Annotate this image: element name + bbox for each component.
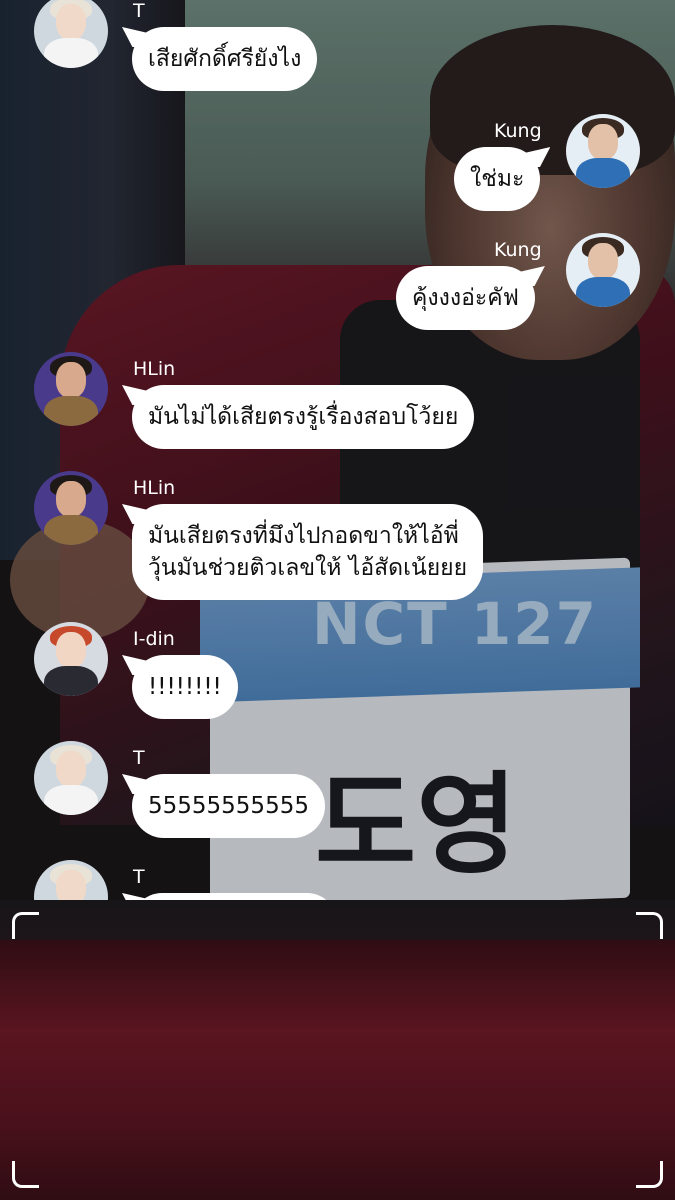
sender-name: I-din (133, 628, 175, 650)
message-bubble[interactable]: 55555555555 (132, 774, 325, 838)
message-text: เสียศักดิ์ศรียังไง (148, 46, 302, 72)
avatar-t[interactable] (34, 0, 108, 68)
sender-name: HLin (133, 358, 176, 380)
avatar-kung[interactable] (566, 233, 640, 307)
avatar-t[interactable] (34, 860, 108, 900)
message-text: ใช่มะ (470, 166, 525, 192)
message-text: คุ้งงงอ่ะคัฟ (412, 285, 519, 311)
message-bubble[interactable]: มันเสียตรงที่มึงไปกอดขาให้ไอ้พี่ วุ้นมัน… (132, 504, 484, 600)
sender-name: HLin (133, 477, 176, 499)
message-bubble[interactable]: เสียศักดิ์ศรียังไง (132, 27, 318, 91)
sender-name: T (133, 747, 145, 769)
frame-corner-bottom-left (12, 1161, 39, 1188)
message-bubble[interactable]: มันไม่ได้เสียตรงรู้เรื่องสอบโว้ยย (132, 385, 475, 449)
sender-name: Kung (494, 120, 542, 142)
chat-log: T เสียศักดิ์ศรียังไง Kung ใช่มะ Kung คุ้… (0, 0, 675, 900)
message-text: 55555555555 (148, 793, 309, 819)
avatar-hlin[interactable] (34, 471, 108, 545)
sender-name: T (133, 866, 145, 888)
avatar-idin[interactable] (34, 622, 108, 696)
message-text: !!!!!!!! (148, 674, 222, 700)
message-text: มันไม่ได้เสียตรงรู้เรื่องสอบโว้ยย (148, 404, 459, 430)
frame-corner-top-right (636, 912, 663, 939)
message-bubble[interactable]: ใช่มะ (454, 147, 541, 211)
message-bubble[interactable]: !!!!!!!! (132, 655, 238, 719)
sender-name: T (133, 0, 145, 22)
frame-corner-bottom-right (636, 1161, 663, 1188)
avatar-t[interactable] (34, 741, 108, 815)
message-bubble[interactable] (132, 893, 337, 900)
sender-name: Kung (494, 239, 542, 261)
message-bubble[interactable]: คุ้งงงอ่ะคัฟ (396, 266, 535, 330)
avatar-hlin[interactable] (34, 352, 108, 426)
message-text: มันเสียตรงที่มึงไปกอดขาให้ไอ้พี่ (148, 523, 459, 549)
avatar-kung[interactable] (566, 114, 640, 188)
message-text: วุ้นมันช่วยติวเลขให้ ไอ้สัดเน้ยยย (148, 555, 468, 581)
frame-corner-top-left (12, 912, 39, 939)
